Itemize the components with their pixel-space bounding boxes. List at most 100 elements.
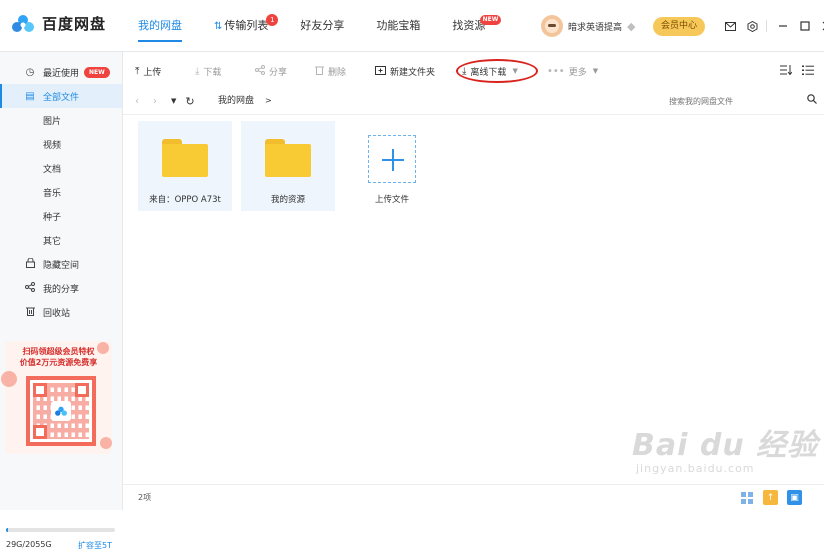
back-icon[interactable]: ‹ <box>135 96 139 107</box>
minimize-icon[interactable] <box>775 18 791 34</box>
clock-icon: ◷ <box>25 66 35 78</box>
share-button[interactable]: 分享 <box>255 58 287 84</box>
username[interactable]: 暗求英语提高 <box>568 20 622 33</box>
main-nav: 我的网盘 ⇅ 传输列表 1 好友分享 功能宝箱 找资源 NEW <box>128 0 502 52</box>
new-badge: NEW <box>84 66 110 78</box>
download-button[interactable]: ⤓ 下载 <box>195 58 221 84</box>
diamond-icon: ◆ <box>627 19 636 33</box>
nav-my-drive-label: 我的网盘 <box>138 19 182 32</box>
vip-center-button[interactable]: 会员中心 <box>653 17 705 36</box>
maximize-icon[interactable] <box>797 18 813 34</box>
upload-file-button[interactable] <box>368 135 416 183</box>
folder-item[interactable]: 我的资源 <box>241 121 335 211</box>
nav-friend-share[interactable]: 好友分享 <box>290 0 354 52</box>
folder-item[interactable]: 来自：OPPO A73t <box>138 121 232 211</box>
app-name: 百度网盘 <box>42 15 107 33</box>
watermark-url: jingyan.baidu.com <box>636 462 755 475</box>
sidebar-item-label: 其它 <box>43 236 62 247</box>
plus-icon <box>392 149 394 171</box>
sidebar-item-label: 种子 <box>43 212 62 223</box>
user-profile[interactable]: 暗求英语提高 ◆ <box>541 15 635 37</box>
sidebar-item-label: 最近使用 <box>43 68 80 79</box>
sidebar-item-other[interactable]: 其它 <box>0 228 122 252</box>
breadcrumb[interactable]: 我的网盘 <box>218 87 254 115</box>
sidebar-item-documents[interactable]: 文档 <box>0 156 122 180</box>
upload-button[interactable]: ⤒ 上传 <box>135 58 161 84</box>
sort-icon[interactable] <box>780 64 793 78</box>
backup-icon[interactable]: ▣ <box>787 490 802 505</box>
nav-friend-share-label: 好友分享 <box>300 19 345 32</box>
sidebar-item-music[interactable]: 音乐 <box>0 180 122 204</box>
storage-progress-fill <box>6 528 8 532</box>
sidebar-item-all-files[interactable]: ▤ 全部文件 <box>0 84 122 108</box>
search-input[interactable] <box>657 91 817 111</box>
new-folder-label: 新建文件夹 <box>390 67 436 78</box>
view-options <box>770 58 814 84</box>
history-nav: ‹ › ▼ ↻ <box>135 87 209 115</box>
vip-promo-banner[interactable]: 扫码领超级会员特权 价值2万元资源免费享 <box>1 341 112 454</box>
sidebar-item-recent[interactable]: ◷ 最近使用 NEW <box>0 60 122 84</box>
nav-toolbox-label: 功能宝箱 <box>376 19 421 32</box>
more-icon: ••• <box>547 65 565 77</box>
upload-queue-icon[interactable]: ↑ <box>763 490 778 505</box>
mail-icon[interactable] <box>722 18 738 34</box>
nav-transfer-label: 传输列表 <box>224 19 269 32</box>
history-dropdown-icon[interactable]: ▼ <box>171 97 176 105</box>
highlight-annotation <box>456 59 538 83</box>
sidebar-item-recycle-bin[interactable]: 回收站 <box>0 300 122 324</box>
download-label: 下载 <box>203 67 222 78</box>
nav-toolbox[interactable]: 功能宝箱 <box>366 0 430 52</box>
address-bar: ‹ › ▼ ↻ 我的网盘 > <box>123 87 824 115</box>
expand-storage-link[interactable]: 扩容至5T <box>78 540 112 551</box>
chevron-down-icon: ▼ <box>592 67 599 75</box>
settings-icon[interactable] <box>744 18 760 34</box>
upload-file-label[interactable]: 上传文件 <box>368 193 416 205</box>
delete-button[interactable]: 删除 <box>315 58 346 84</box>
share-icon <box>255 64 265 78</box>
app-logo: 百度网盘 <box>10 13 106 34</box>
sidebar-item-my-shares[interactable]: 我的分享 <box>0 276 122 300</box>
sidebar-item-videos[interactable]: 视频 <box>0 132 122 156</box>
refresh-icon[interactable]: ↻ <box>185 95 194 108</box>
qr-finder <box>33 383 47 397</box>
file-name: 我的资源 <box>270 195 305 205</box>
upload-icon: ⤒ <box>135 65 140 77</box>
baidu-cloud-logo-icon <box>12 14 34 32</box>
folder-icon <box>162 139 208 177</box>
decor-circle <box>1 371 17 387</box>
qr-finder <box>75 383 89 397</box>
storage-progress <box>6 528 115 532</box>
breadcrumb-separator: > <box>265 96 272 105</box>
transfer-count-badge: 1 <box>266 14 279 26</box>
list-view-icon[interactable] <box>802 65 814 78</box>
sidebar-item-images[interactable]: 图片 <box>0 108 122 132</box>
new-folder-icon <box>375 65 386 78</box>
new-badge: NEW <box>479 15 502 25</box>
sidebar-item-label: 文档 <box>43 164 62 175</box>
sidebar: ◷ 最近使用 NEW ▤ 全部文件 图片 视频 文档 音乐 种子 其它 隐藏空间… <box>0 52 123 550</box>
sidebar-item-torrents[interactable]: 种子 <box>0 204 122 228</box>
delete-label: 删除 <box>328 67 347 78</box>
new-folder-button[interactable]: 新建文件夹 <box>375 58 435 84</box>
nav-my-drive[interactable]: 我的网盘 <box>128 0 192 52</box>
trash-icon <box>315 65 324 78</box>
search-box <box>657 91 817 111</box>
folder-icon <box>265 139 311 177</box>
forward-icon[interactable]: › <box>153 96 157 107</box>
search-icon[interactable] <box>807 94 817 107</box>
sidebar-item-label: 回收站 <box>43 308 71 319</box>
grid-view-icon[interactable] <box>739 490 754 505</box>
sidebar-item-label: 我的分享 <box>43 284 80 295</box>
more-label: 更多 <box>568 67 587 78</box>
watermark-logo: Bai du 经验 <box>632 428 819 463</box>
avatar[interactable] <box>541 15 563 37</box>
storage-usage: 29G/2055G <box>6 540 52 549</box>
close-icon[interactable] <box>819 18 824 34</box>
nav-transfer-list[interactable]: ⇅ 传输列表 1 <box>204 0 279 52</box>
promo-subtitle: 价值2万元资源免费享 <box>19 358 98 367</box>
nav-find-resources[interactable]: 找资源 NEW <box>442 0 502 52</box>
sidebar-item-hidden-space[interactable]: 隐藏空间 <box>0 252 122 276</box>
promo-title: 扫码领超级会员特权 <box>22 347 95 356</box>
baidu-cloud-logo-icon <box>51 401 71 421</box>
more-button[interactable]: ••• 更多 ▼ <box>547 58 598 84</box>
